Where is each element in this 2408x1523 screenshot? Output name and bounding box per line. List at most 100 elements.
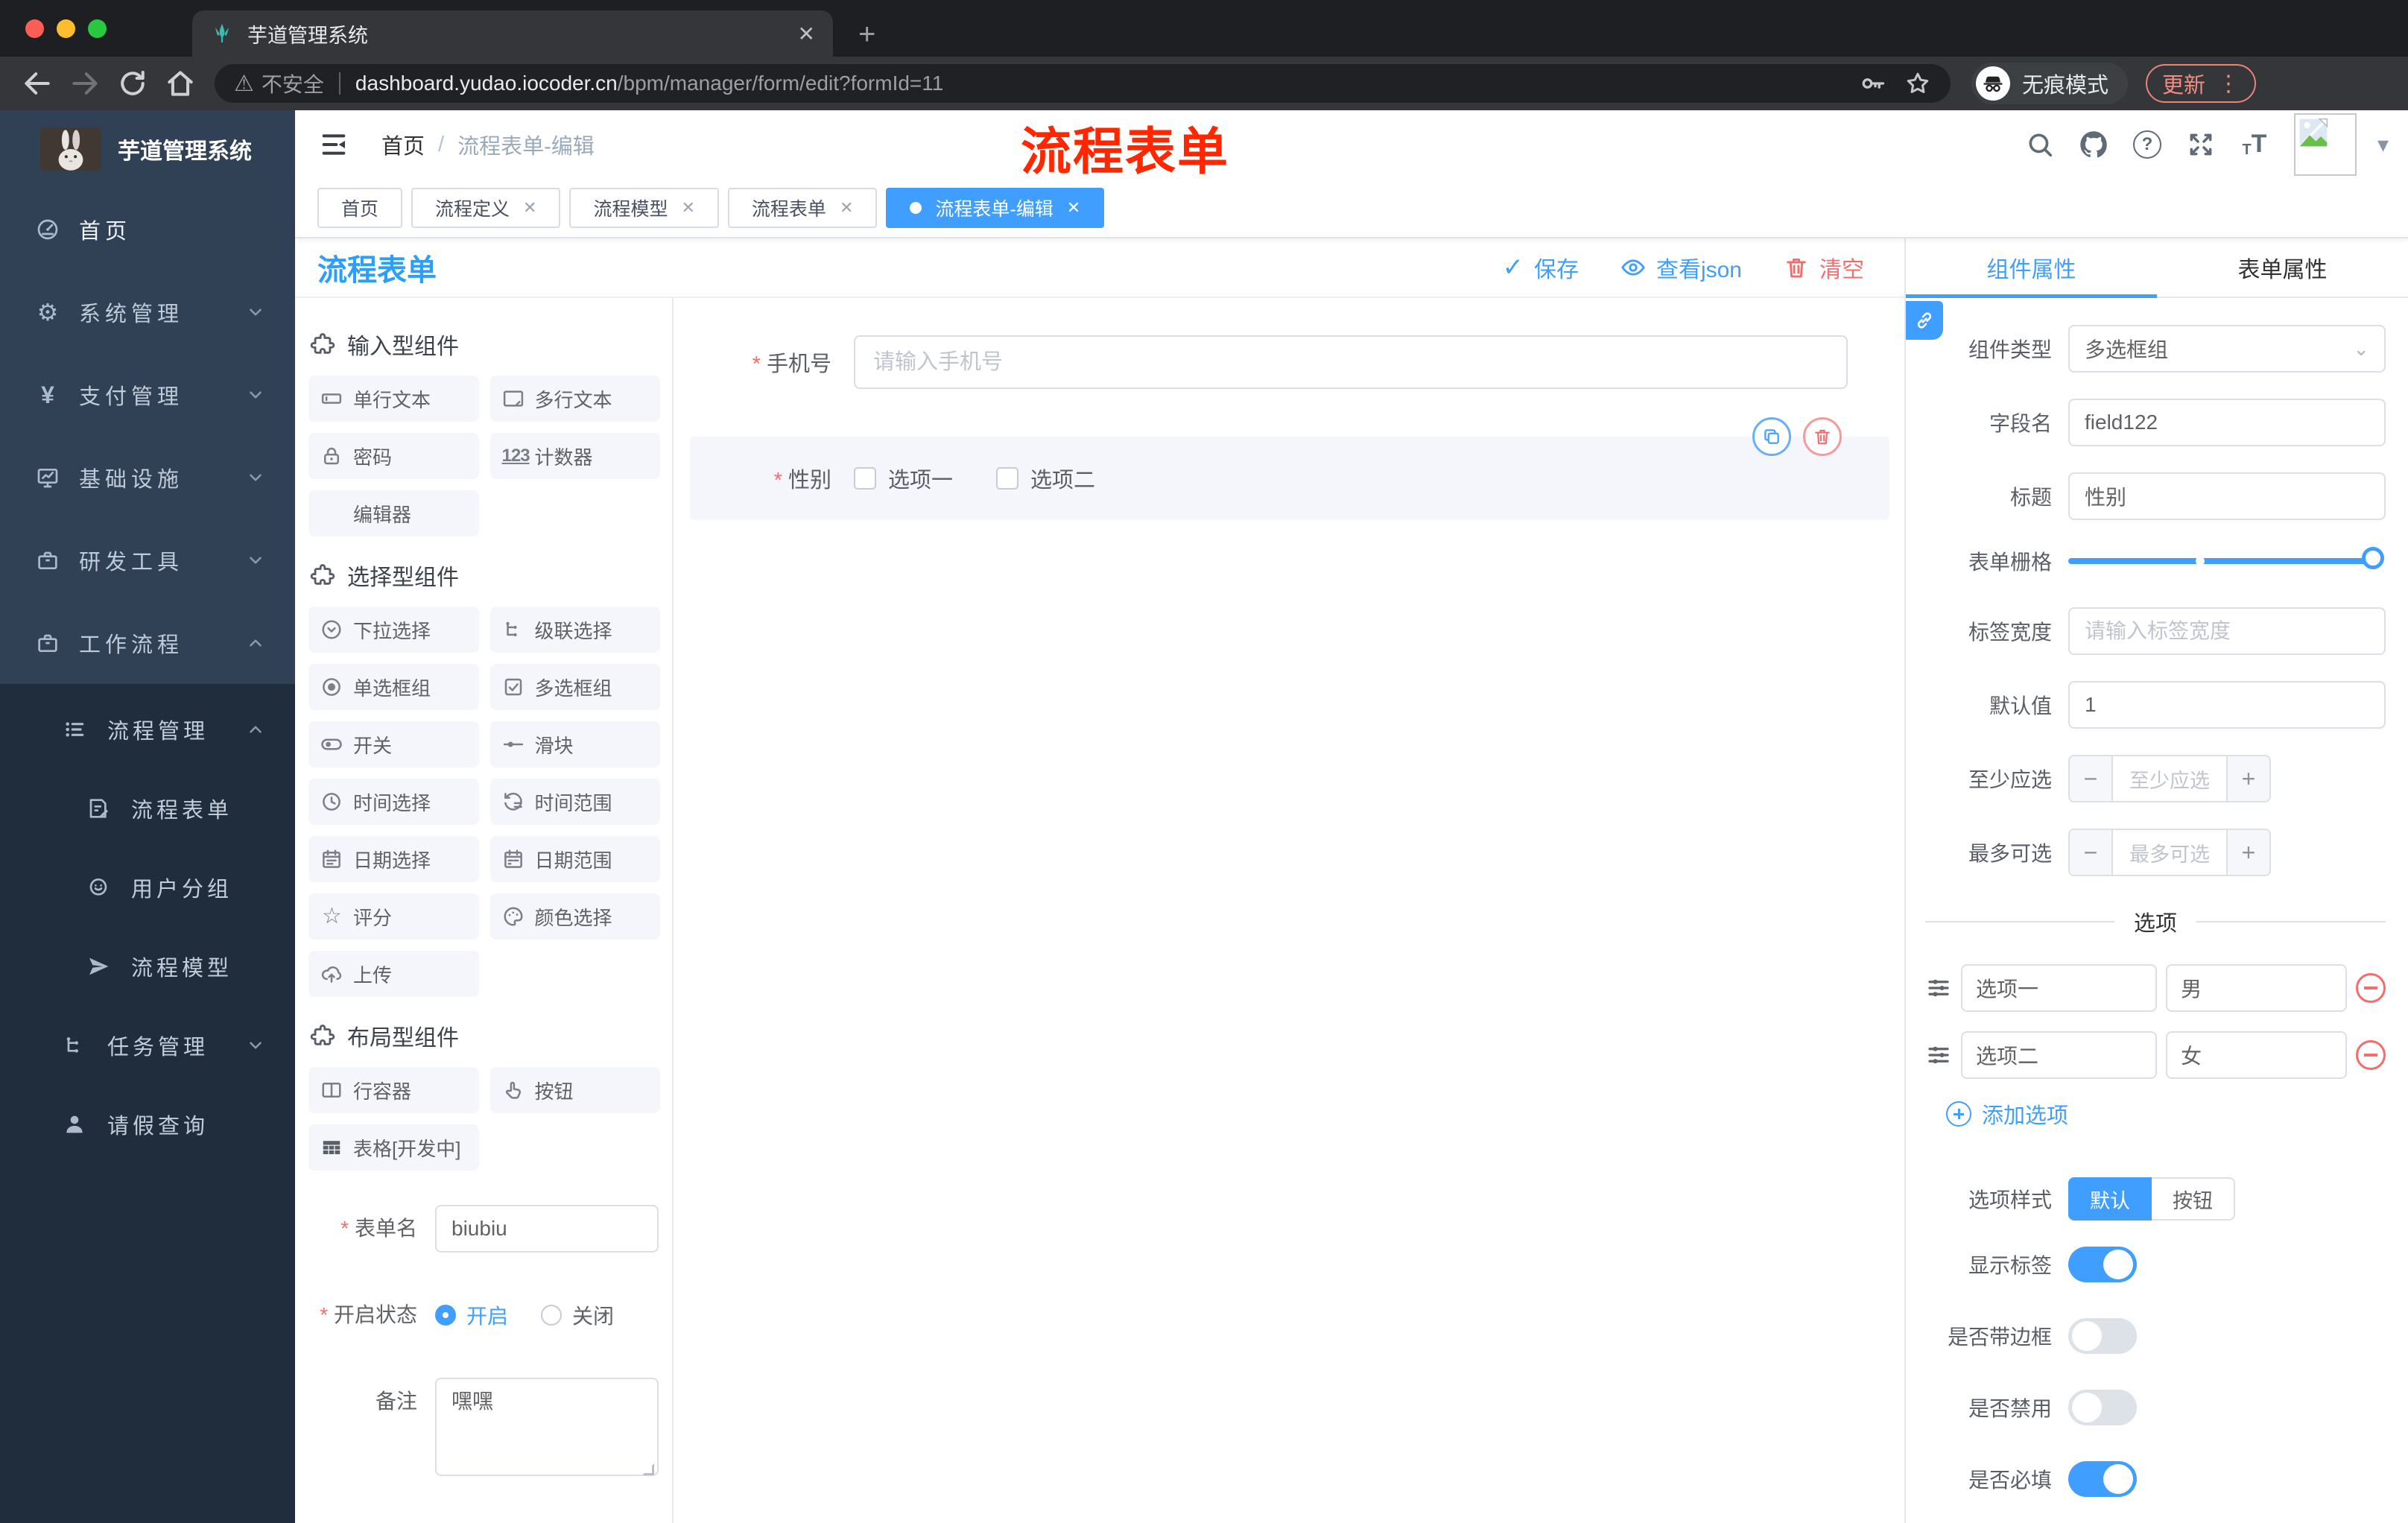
sidebar-item-user-group[interactable]: 用户分组: [0, 848, 295, 927]
palette-item-dropdown[interactable]: 下拉选择: [308, 607, 479, 653]
view-tab-home[interactable]: 首页: [317, 188, 403, 228]
plus-button[interactable]: +: [2226, 830, 2269, 875]
option-style-button[interactable]: 按钮: [2152, 1177, 2235, 1220]
close-icon[interactable]: ✕: [1067, 198, 1080, 218]
option-label-input[interactable]: [1961, 1031, 2158, 1079]
palette-item-table[interactable]: 表格[开发中]: [308, 1124, 479, 1171]
palette-item-button[interactable]: 按钮: [489, 1067, 660, 1113]
phone-input[interactable]: [854, 335, 1848, 389]
browser-update-button[interactable]: 更新 ⋮: [2146, 64, 2257, 103]
back-icon[interactable]: [21, 67, 54, 100]
status-radio-on[interactable]: 开启: [435, 1300, 508, 1330]
canvas-field-gender-selected[interactable]: 性别 选项一 选项二: [690, 417, 1889, 520]
help-icon[interactable]: ?: [2132, 130, 2161, 159]
form-name-input[interactable]: [435, 1205, 659, 1253]
form-grid-slider[interactable]: [2068, 547, 2384, 569]
max-select-stepper[interactable]: − 最多可选 +: [2068, 829, 2271, 876]
save-button[interactable]: ✓ 保存: [1502, 251, 1579, 284]
slider-handle[interactable]: [2362, 547, 2384, 569]
option-value-input[interactable]: [2166, 1031, 2347, 1079]
form-canvas[interactable]: 手机号 性别 选项一 选项二: [674, 298, 1904, 1523]
canvas-field-phone[interactable]: 手机号: [690, 335, 1889, 389]
duplicate-component-button[interactable]: [1752, 417, 1791, 456]
reload-icon[interactable]: [116, 67, 149, 100]
sidebar-item-devtools[interactable]: 研发工具: [0, 519, 295, 601]
option-style-default[interactable]: 默认: [2068, 1177, 2152, 1220]
minus-button[interactable]: −: [2070, 830, 2113, 875]
palette-item-date-range[interactable]: 日期范围: [489, 836, 660, 882]
palette-item-password[interactable]: 密码: [308, 433, 479, 479]
new-tab-button[interactable]: +: [858, 19, 875, 49]
gender-checkbox-option2[interactable]: 选项二: [996, 463, 1095, 494]
caret-down-icon[interactable]: ▾: [2377, 132, 2389, 158]
required-toggle[interactable]: [2068, 1461, 2137, 1497]
sidebar-logo[interactable]: 芋道管理系统: [0, 110, 295, 188]
security-warning[interactable]: ⚠ 不安全: [234, 69, 324, 98]
option-label-input[interactable]: [1961, 964, 2158, 1012]
palette-item-cascader[interactable]: 级联选择: [489, 607, 660, 653]
min-select-stepper[interactable]: − 至少应选 +: [2068, 755, 2271, 802]
browser-menu-icon[interactable]: ⋮: [2217, 71, 2240, 97]
palette-item-checkbox-group[interactable]: 多选框组: [489, 664, 660, 710]
sidebar-item-process-mgmt[interactable]: 流程管理: [0, 690, 295, 769]
component-type-select[interactable]: 多选框组 ⌄: [2068, 325, 2386, 373]
view-tab-process-definition[interactable]: 流程定义 ✕: [411, 188, 561, 228]
option-value-input[interactable]: [2166, 964, 2347, 1012]
sidebar-item-process-model[interactable]: 流程模型: [0, 927, 295, 1006]
github-icon[interactable]: [2079, 130, 2108, 159]
home-icon[interactable]: [164, 67, 197, 100]
view-json-button[interactable]: 查看json: [1620, 251, 1742, 284]
checkbox-icon[interactable]: [854, 467, 876, 490]
palette-item-slider[interactable]: 滑块: [489, 721, 660, 767]
palette-item-editor[interactable]: 编辑器: [308, 490, 479, 536]
link-handle-button[interactable]: [1906, 301, 1943, 340]
browser-tab[interactable]: 芋道管理系统 ✕: [192, 10, 833, 57]
bookmark-star-icon[interactable]: [1904, 70, 1931, 97]
view-tab-process-model[interactable]: 流程模型 ✕: [569, 188, 719, 228]
show-label-toggle[interactable]: [2068, 1247, 2137, 1282]
sidebar-item-process-form[interactable]: 流程表单: [0, 769, 295, 848]
gender-checkbox-option1[interactable]: 选项一: [854, 463, 953, 494]
field-name-input[interactable]: [2068, 399, 2386, 446]
tab-form-props[interactable]: 表单属性: [2157, 238, 2408, 297]
remove-option-button[interactable]: [2356, 973, 2386, 1003]
address-bar[interactable]: ⚠ 不安全 dashboard.yudao.iocoder.cn/bpm/man…: [215, 64, 1951, 103]
checkbox-icon[interactable]: [996, 467, 1019, 490]
remark-textarea[interactable]: 嘿嘿: [435, 1378, 659, 1476]
forward-icon[interactable]: [69, 67, 101, 100]
palette-item-color-picker[interactable]: 颜色选择: [489, 893, 660, 940]
add-option-button[interactable]: 添加选项: [1946, 1098, 2386, 1130]
zoom-window-button[interactable]: [88, 19, 107, 38]
palette-item-counter[interactable]: 123 计数器: [489, 433, 660, 479]
border-toggle[interactable]: [2068, 1318, 2137, 1354]
fullscreen-icon[interactable]: [2187, 130, 2215, 159]
search-icon[interactable]: [2026, 130, 2054, 159]
palette-item-multi-text[interactable]: 多行文本: [489, 376, 660, 422]
sidebar-item-infra[interactable]: 基础设施: [0, 436, 295, 519]
sidebar-item-home[interactable]: 首页: [0, 188, 295, 270]
delete-component-button[interactable]: [1803, 417, 1842, 456]
font-size-icon[interactable]: TT: [2240, 130, 2269, 159]
key-icon[interactable]: [1860, 70, 1886, 97]
palette-item-row-container[interactable]: 行容器: [308, 1067, 479, 1113]
label-width-input[interactable]: [2068, 607, 2386, 655]
drag-handle-icon[interactable]: [1925, 1042, 1952, 1068]
sidebar-item-payment[interactable]: ¥ 支付管理: [0, 353, 295, 436]
close-window-button[interactable]: [25, 19, 44, 38]
plus-button[interactable]: +: [2226, 756, 2269, 801]
drag-handle-icon[interactable]: [1925, 975, 1952, 1001]
close-icon[interactable]: ✕: [523, 198, 536, 218]
close-icon[interactable]: ✕: [840, 198, 853, 218]
palette-item-date-picker[interactable]: 日期选择: [308, 836, 479, 882]
window-controls[interactable]: [25, 19, 107, 38]
tab-component-props[interactable]: 组件属性: [1906, 238, 2157, 297]
sidebar-item-leave-query[interactable]: 请假查询: [0, 1085, 295, 1164]
close-icon[interactable]: ✕: [681, 198, 694, 218]
close-tab-icon[interactable]: ✕: [798, 22, 815, 46]
view-tab-process-form[interactable]: 流程表单 ✕: [727, 188, 878, 228]
palette-item-upload[interactable]: 上传: [308, 951, 479, 997]
view-tab-process-form-edit[interactable]: 流程表单-编辑 ✕: [886, 188, 1105, 228]
default-value-input[interactable]: [2068, 681, 2386, 729]
sidebar-item-task-mgmt[interactable]: 任务管理: [0, 1006, 295, 1085]
status-radio-off[interactable]: 关闭: [541, 1300, 614, 1330]
